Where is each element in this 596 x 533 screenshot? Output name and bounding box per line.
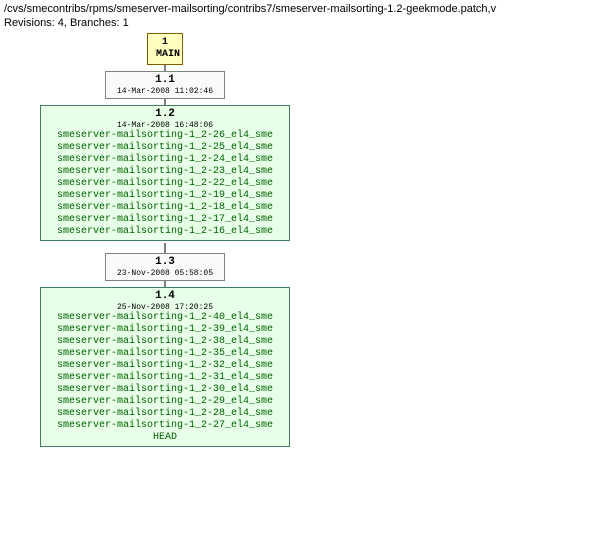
tag-label: smeserver-mailsorting-1_2-26_el4_sme — [47, 130, 283, 142]
tag-label: smeserver-mailsorting-1_2-18_el4_sme — [47, 202, 283, 214]
rev-1.1[interactable]: 1.1 14-Mar-2008 11:02:46 — [105, 71, 225, 100]
rev-num: 1.4 — [47, 290, 283, 303]
rev-num: 1.1 — [112, 74, 218, 87]
rev-1.3[interactable]: 1.3 23-Nov-2008 05:58:05 — [105, 253, 225, 282]
rev-tags: smeserver-mailsorting-1_2-40_el4_smesmes… — [47, 312, 283, 444]
tag-label: smeserver-mailsorting-1_2-23_el4_sme — [47, 166, 283, 178]
rev-date: 25-Nov-2008 17:20:25 — [47, 303, 283, 313]
rev-tags: smeserver-mailsorting-1_2-26_el4_smesmes… — [47, 130, 283, 238]
tag-label: smeserver-mailsorting-1_2-17_el4_sme — [47, 214, 283, 226]
tag-label: smeserver-mailsorting-1_2-31_el4_sme — [47, 372, 283, 384]
tag-label: smeserver-mailsorting-1_2-39_el4_sme — [47, 324, 283, 336]
tag-label: smeserver-mailsorting-1_2-22_el4_sme — [47, 178, 283, 190]
stats-line: Revisions: 4, Branches: 1 — [4, 17, 129, 29]
rev-num: 1.3 — [112, 256, 218, 269]
rev-1.4[interactable]: 1.4 25-Nov-2008 17:20:25 smeserver-mails… — [40, 287, 290, 448]
tag-label: smeserver-mailsorting-1_2-35_el4_sme — [47, 348, 283, 360]
tag-label: smeserver-mailsorting-1_2-40_el4_sme — [47, 312, 283, 324]
tag-label: smeserver-mailsorting-1_2-29_el4_sme — [47, 396, 283, 408]
file-path: /cvs/smecontribs/rpms/smeserver-mailsort… — [4, 3, 496, 15]
rev-date: 14-Mar-2008 11:02:46 — [112, 87, 218, 97]
revision-graph: 1 MAIN 1.1 14-Mar-2008 11:02:46 1.2 14-M… — [0, 33, 596, 533]
tag-label: smeserver-mailsorting-1_2-24_el4_sme — [47, 154, 283, 166]
rev-date: 23-Nov-2008 05:58:05 — [112, 269, 218, 279]
branch-num: 1 — [156, 37, 174, 49]
tag-label: smeserver-mailsorting-1_2-25_el4_sme — [47, 142, 283, 154]
tag-label: smeserver-mailsorting-1_2-27_el4_sme — [47, 420, 283, 432]
branch-label: MAIN — [156, 49, 174, 61]
branch-main[interactable]: 1 MAIN — [147, 33, 183, 65]
header: /cvs/smecontribs/rpms/smeserver-mailsort… — [0, 0, 596, 33]
tag-label: smeserver-mailsorting-1_2-16_el4_sme — [47, 226, 283, 238]
rev-date: 14-Mar-2008 16:48:06 — [47, 121, 283, 131]
tag-label: smeserver-mailsorting-1_2-19_el4_sme — [47, 190, 283, 202]
tag-label: smeserver-mailsorting-1_2-28_el4_sme — [47, 408, 283, 420]
tag-label: smeserver-mailsorting-1_2-38_el4_sme — [47, 336, 283, 348]
tag-label: smeserver-mailsorting-1_2-32_el4_sme — [47, 360, 283, 372]
tag-label: HEAD — [47, 432, 283, 444]
tag-label: smeserver-mailsorting-1_2-30_el4_sme — [47, 384, 283, 396]
rev-1.2[interactable]: 1.2 14-Mar-2008 16:48:06 smeserver-mails… — [40, 105, 290, 242]
rev-num: 1.2 — [47, 108, 283, 121]
